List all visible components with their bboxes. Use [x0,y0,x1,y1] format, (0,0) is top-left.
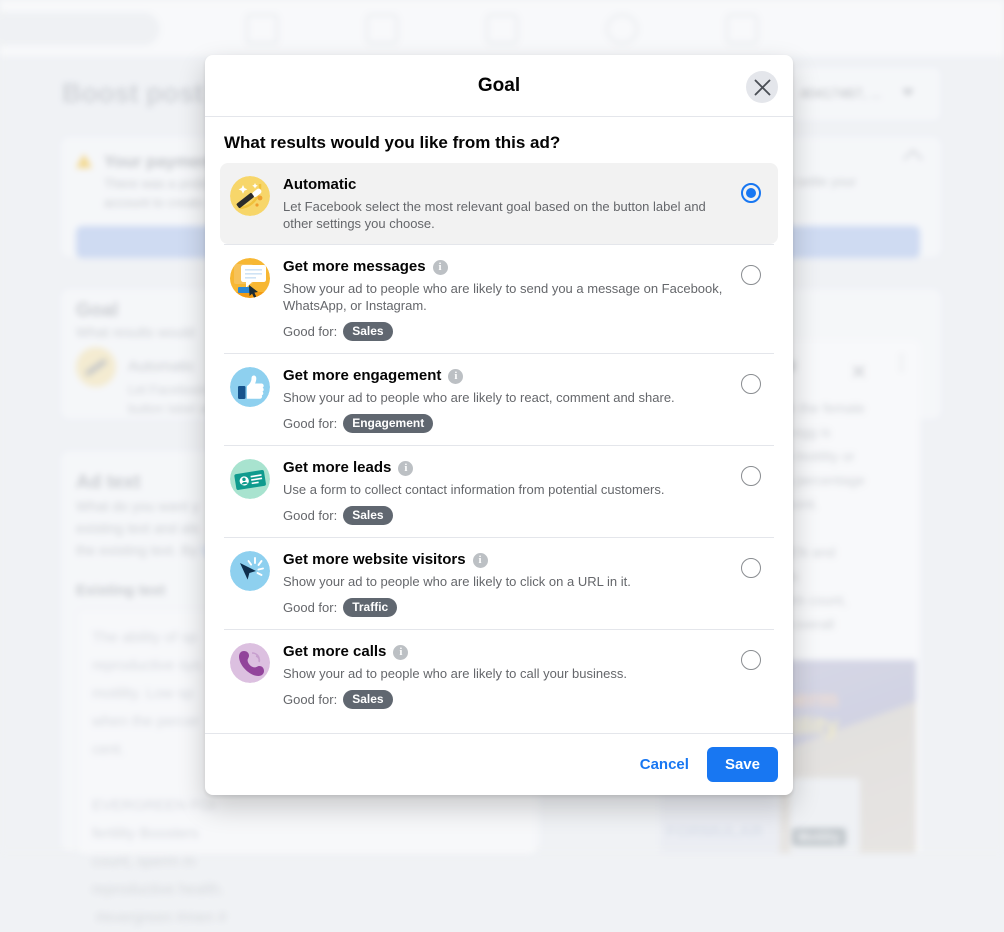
goal-option-title: Get more calls [283,642,386,662]
dialog-body: What results would you like from this ad… [205,117,793,733]
message-bubble-icon [230,258,270,298]
info-icon[interactable]: i [433,260,448,275]
goal-card-title: Goal [76,300,118,322]
good-for-row: Good for: Sales [283,690,733,709]
gaming-icon[interactable] [726,14,758,44]
dialog-footer: Cancel Save [205,733,793,795]
search-input[interactable]: ook [0,12,160,46]
home-icon[interactable] [246,14,278,44]
good-for-label: Good for: [283,508,337,523]
page-title: Boost post [62,78,203,109]
goal-option-title: Get more messages [283,257,426,277]
goal-option-content: Get more messages i Show your ad to people… [283,257,741,341]
goal-option-title: Automatic [283,175,356,195]
goal-option-content: Get more engagement i Show your ad to peop… [283,366,741,433]
good-for-row: Good for: Traffic [283,598,733,617]
info-icon[interactable]: i [398,461,413,476]
goal-option-website-visitors[interactable]: Get more website visitors i Show your ad t… [220,538,778,629]
goal-card-option: Automatic [128,358,195,375]
goal-option-title-row: Get more leads i [283,458,733,478]
goal-option-content: Get more website visitors i Show your ad t… [283,550,741,617]
status-badge: Sales [343,690,392,709]
existing-text-label: Existing text [76,582,165,599]
status-badge: Traffic [343,598,397,617]
cursor-click-icon [230,551,270,591]
magic-wand-icon [76,347,116,387]
good-for-row: Good for: Sales [283,322,733,341]
goal-option-title-row: Get more messages i [283,257,733,277]
contact-card-icon [230,459,270,499]
info-icon[interactable]: i [393,645,408,660]
goal-option-messages[interactable]: Get more messages i Show your ad to people… [220,245,778,353]
goal-option-description: Show your ad to people who are likely to… [283,573,733,590]
status-badge: Sales [343,322,392,341]
save-button[interactable]: Save [707,747,778,782]
goal-option-title: Get more website visitors [283,550,466,570]
ad-text-subtitle-text: What do you want y existing text and als… [76,498,199,558]
radio-engagement[interactable] [741,374,761,394]
goal-option-description: Use a form to collect contact informatio… [283,481,733,498]
goal-option-title-row: Get more engagement i [283,366,733,386]
good-for-label: Good for: [283,416,337,431]
magic-wand-icon [230,176,270,216]
close-icon[interactable]: ✕ [850,360,868,385]
warning-icon [76,154,92,168]
more-options-icon[interactable]: ⋮ [892,360,911,368]
status-badge: Sales [343,506,392,525]
ad-text-title: Ad text [76,472,140,494]
goal-option-content: Get more leads i Use a form to collect con… [283,458,741,525]
close-icon[interactable] [746,71,778,103]
goal-options-list: Automatic Let Facebook select the most re… [220,163,778,721]
product-package-badge: Motility [792,828,846,846]
good-for-label: Good for: [283,692,337,707]
radio-messages[interactable] [741,265,761,285]
goal-option-content: Get more calls i Show your ad to people wh… [283,642,741,709]
goal-option-content: Automatic Let Facebook select the most re… [283,175,741,232]
good-for-label: Good for: [283,324,337,339]
radio-leads[interactable] [741,466,761,486]
goal-option-title-row: Automatic [283,175,733,195]
goal-option-leads[interactable]: Get more leads i Use a form to collect con… [220,446,778,537]
good-for-row: Good for: Engagement [283,414,733,433]
goal-card-subtitle: What results would [76,324,194,340]
goal-option-title: Get more engagement [283,366,441,386]
cancel-button[interactable]: Cancel [628,748,701,781]
goal-option-description: Let Facebook select the most relevant go… [283,198,733,232]
goal-option-description: Show your ad to people who are likely to… [283,280,733,314]
goal-option-engagement[interactable]: Get more engagement i Show your ad to peop… [220,354,778,445]
dialog-title: Goal [478,75,520,97]
thumbs-up-icon [230,367,270,407]
info-icon[interactable]: i [448,369,463,384]
goal-option-title: Get more leads [283,458,391,478]
good-for-row: Good for: Sales [283,506,733,525]
phone-icon [230,643,270,683]
goal-dialog: Goal What results would you like from th… [205,55,793,795]
chevron-down-icon [902,89,914,96]
marketplace-icon[interactable] [486,14,518,44]
goal-option-title-row: Get more website visitors i [283,550,733,570]
radio-website-visitors[interactable] [741,558,761,578]
dialog-question: What results would you like from this ad… [224,133,778,153]
radio-calls[interactable] [741,650,761,670]
good-for-label: Good for: [283,600,337,615]
radio-automatic[interactable] [741,183,761,203]
goal-option-title-row: Get more calls i [283,642,733,662]
video-icon[interactable] [366,14,398,44]
info-icon[interactable]: i [473,553,488,568]
status-badge: Engagement [343,414,433,433]
goal-option-description: Show your ad to people who are likely to… [283,389,733,406]
goal-option-calls[interactable]: Get more calls i Show your ad to people wh… [220,630,778,721]
ad-account-value: 40417467, ... [800,85,882,101]
goal-option-automatic[interactable]: Automatic Let Facebook select the most re… [220,163,778,244]
dialog-header: Goal [205,55,793,117]
product-package-text: FORMULAR [666,822,763,842]
groups-icon[interactable] [606,14,638,44]
goal-option-description: Show your ad to people who are likely to… [283,665,733,682]
